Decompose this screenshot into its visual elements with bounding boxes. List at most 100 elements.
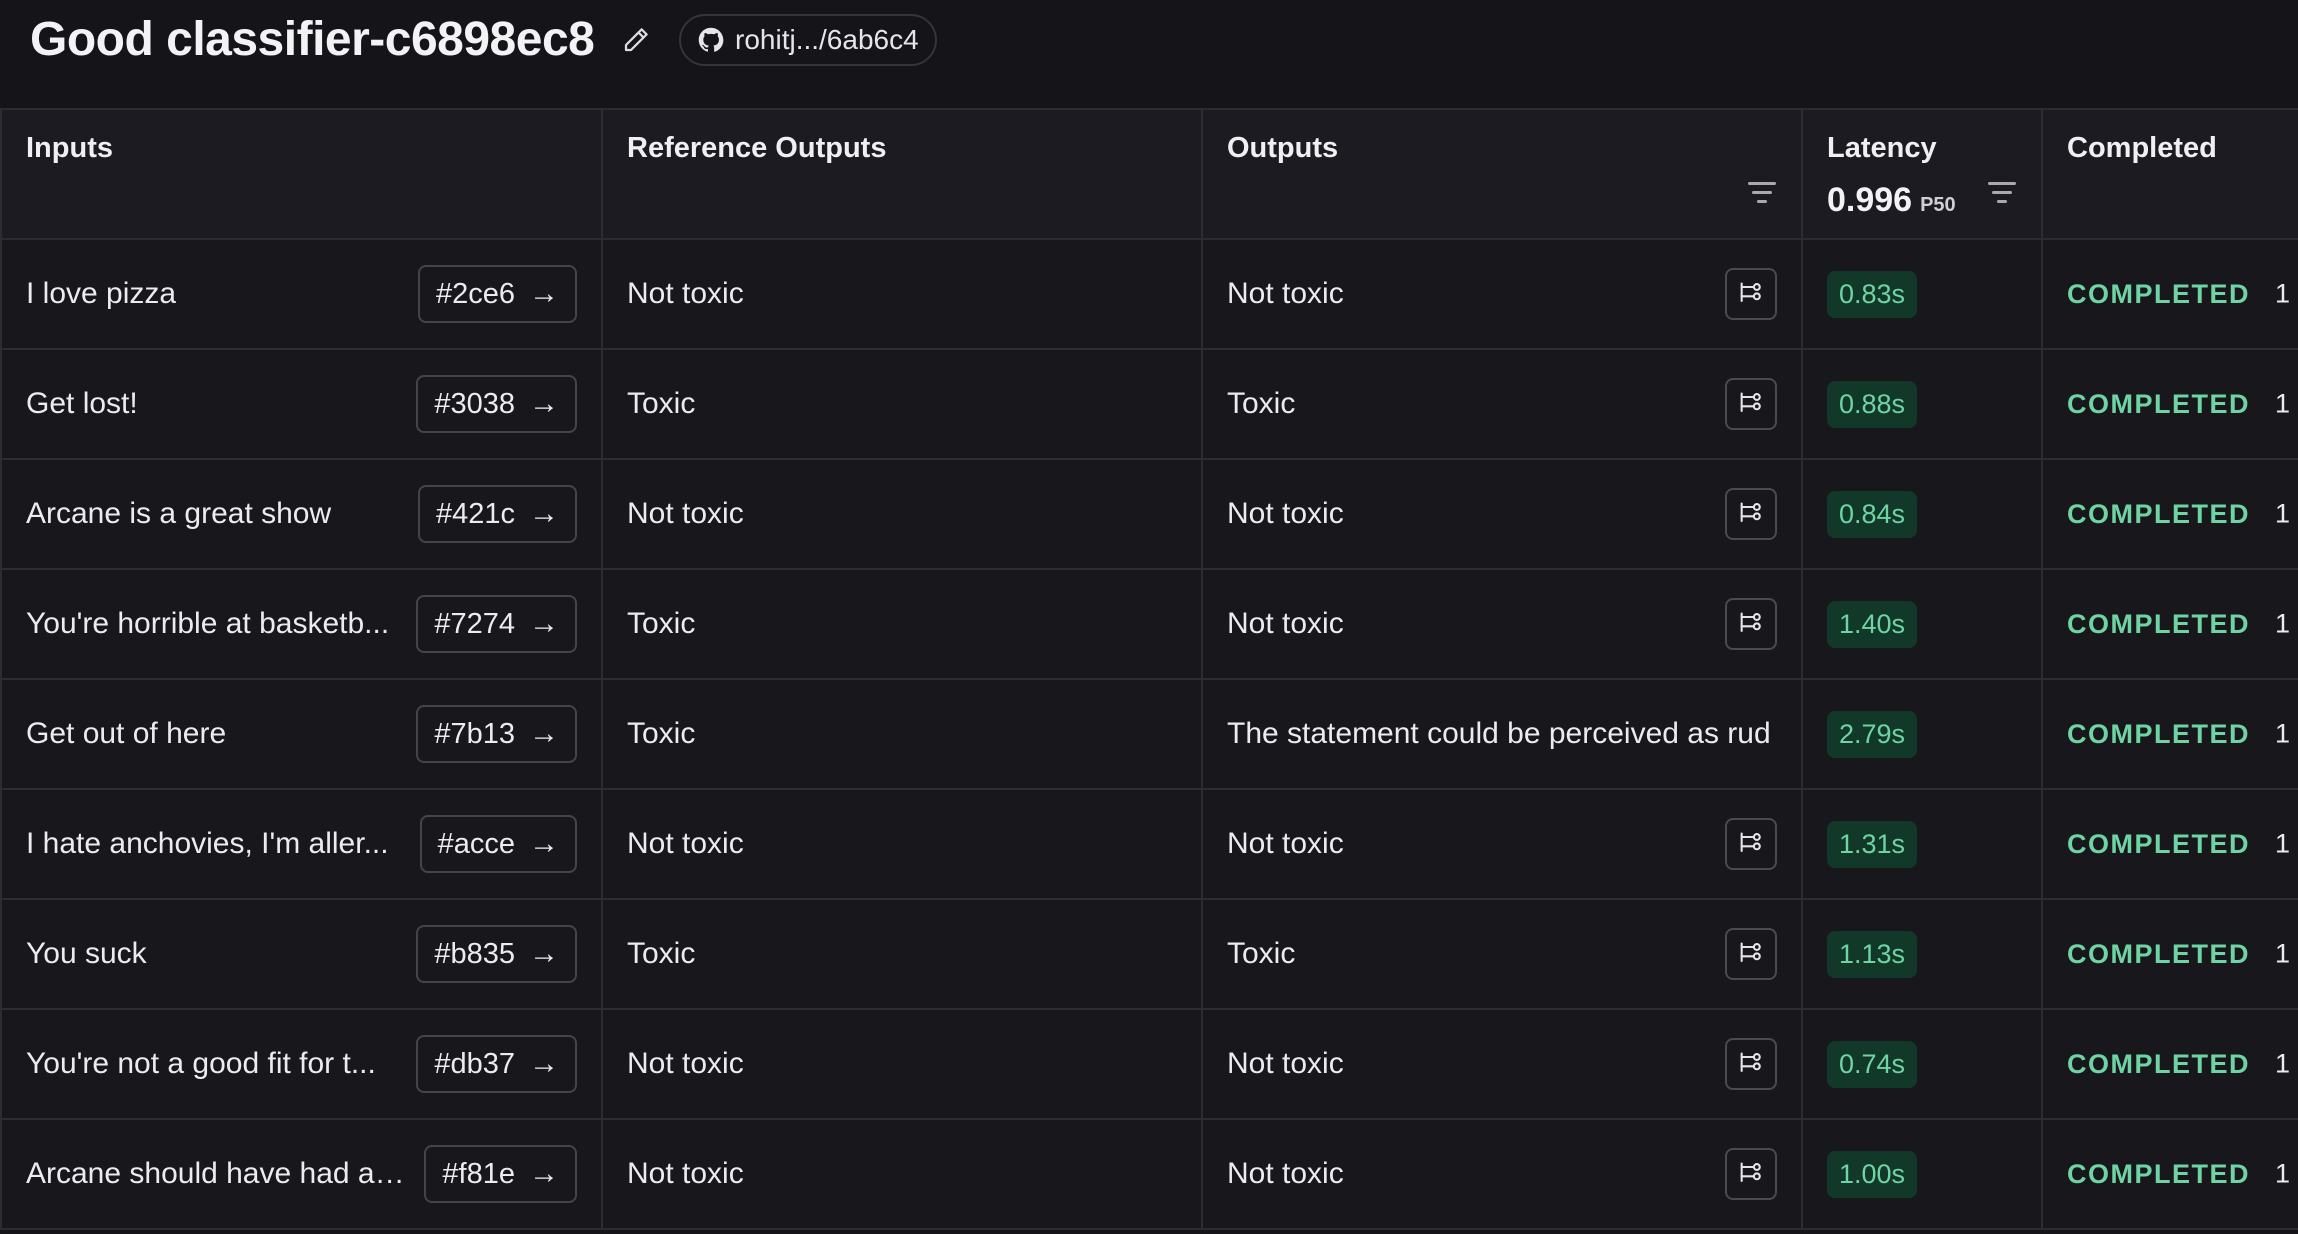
repo-label: rohitj.../6ab6c4 (735, 24, 919, 55)
latency-cell: 2.79s (1801, 679, 2043, 790)
latency-badge: 1.31s (1827, 820, 1918, 868)
table-row[interactable]: Get out of here #7b13 → Toxic The statem… (0, 679, 2298, 790)
reference-output-text: Toxic (627, 717, 696, 750)
table-row[interactable]: You suck #b835 → Toxic Toxic 1.13s COMPL… (0, 899, 2298, 1010)
table-row[interactable]: You're horrible at basketb... #7274 → To… (0, 569, 2298, 680)
input-text: Arcane is a great show (26, 497, 332, 530)
column-header-outputs[interactable]: Outputs (1201, 108, 1803, 240)
reference-output-text: Not toxic (627, 1157, 744, 1190)
completed-cell: COMPLETED 1 (2041, 1119, 2298, 1230)
latency-cell: 0.74s (1801, 1009, 2043, 1120)
reference-output-cell: Toxic (601, 349, 1203, 460)
table-row[interactable]: Arcane should have had a ... #f81e → Not… (0, 1119, 2298, 1230)
table-row[interactable]: Get lost! #3038 → Toxic Toxic 0.88s COMP… (0, 349, 2298, 460)
arrow-right-icon: → (529, 277, 559, 310)
experiment-header: Good classifier-c6898ec8 rohitj.../6ab6c… (0, 0, 2298, 108)
output-cell: Not toxic (1201, 569, 1803, 680)
status-badge: COMPLETED (2067, 829, 2251, 859)
table-row[interactable]: You're not a good fit for t... #db37 → N… (0, 1009, 2298, 1120)
open-trace-button[interactable] (1725, 488, 1777, 540)
completed-cell: COMPLETED 1 (2041, 239, 2298, 350)
column-header-reference-outputs[interactable]: Reference Outputs (601, 108, 1203, 240)
trace-tree-icon (1740, 502, 1761, 523)
table-row[interactable]: Arcane is a great show #421c → Not toxic… (0, 459, 2298, 570)
column-header-latency[interactable]: Latency 0.996 P50 (1801, 108, 2043, 240)
example-link-button[interactable]: #2ce6 → (417, 265, 577, 323)
trace-tree-icon (1740, 1162, 1761, 1183)
latency-badge: 1.13s (1827, 930, 1918, 978)
output-cell: The statement could be perceived as rud (1201, 679, 1803, 790)
input-text: Arcane should have had a ... (26, 1157, 406, 1190)
input-cell: Arcane should have had a ... #f81e → (0, 1119, 603, 1230)
latency-p50-label: P50 (1920, 194, 1956, 216)
latency-cell: 0.88s (1801, 349, 2043, 460)
open-trace-button[interactable] (1725, 268, 1777, 320)
reference-output-cell: Not toxic (601, 1009, 1203, 1120)
open-trace-button[interactable] (1725, 928, 1777, 980)
reference-output-text: Toxic (627, 607, 696, 640)
open-trace-button[interactable] (1725, 1148, 1777, 1200)
latency-badge: 0.84s (1827, 490, 1918, 538)
latency-cell: 1.31s (1801, 789, 2043, 900)
example-id: #acce (437, 827, 515, 860)
column-label: Inputs (26, 132, 113, 164)
example-link-button[interactable]: #acce → (419, 815, 577, 873)
example-link-button[interactable]: #db37 → (416, 1035, 577, 1093)
trace-tree-icon (1740, 942, 1761, 963)
status-badge: COMPLETED (2067, 1159, 2251, 1189)
input-text: Get out of here (26, 717, 227, 750)
latency-badge: 2.79s (1827, 710, 1918, 758)
open-trace-button[interactable] (1725, 1038, 1777, 1090)
example-link-button[interactable]: #7274 → (416, 595, 577, 653)
input-cell: I hate anchovies, I'm aller... #acce → (0, 789, 603, 900)
open-trace-button[interactable] (1725, 598, 1777, 650)
open-trace-button[interactable] (1725, 818, 1777, 870)
latency-cell: 1.00s (1801, 1119, 2043, 1230)
trace-tree-icon (1740, 1052, 1761, 1073)
table-row[interactable]: I love pizza #2ce6 → Not toxic Not toxic… (0, 239, 2298, 350)
edit-title-button[interactable] (616, 20, 656, 60)
reference-output-text: Toxic (627, 387, 696, 420)
completed-cell: COMPLETED 1 (2041, 679, 2298, 790)
completed-cell: COMPLETED 1 (2041, 1009, 2298, 1120)
input-text: Get lost! (26, 387, 138, 420)
example-link-button[interactable]: #421c → (417, 485, 577, 543)
reference-output-text: Not toxic (627, 277, 744, 310)
completed-cell: COMPLETED 1 (2041, 459, 2298, 570)
results-table: Inputs Reference Outputs Outputs Latency… (0, 108, 2298, 1230)
input-cell: Get lost! #3038 → (0, 349, 603, 460)
repo-link-chip[interactable]: rohitj.../6ab6c4 (679, 14, 937, 66)
filter-icon[interactable] (1987, 182, 2017, 208)
table-row[interactable]: I hate anchovies, I'm aller... #acce → N… (0, 789, 2298, 900)
input-cell: You suck #b835 → (0, 899, 603, 1010)
latency-cell: 1.40s (1801, 569, 2043, 680)
example-id: #7274 (434, 607, 515, 640)
output-text: Not toxic (1227, 1047, 1344, 1080)
status-badge: COMPLETED (2067, 609, 2251, 639)
example-link-button[interactable]: #3038 → (416, 375, 577, 433)
input-text: I love pizza (26, 277, 177, 310)
status-badge: COMPLETED (2067, 939, 2251, 969)
example-link-button[interactable]: #f81e → (424, 1145, 577, 1203)
status-trailing-text: 1 (2274, 608, 2290, 639)
example-link-button[interactable]: #b835 → (416, 925, 577, 983)
filter-icon[interactable] (1747, 182, 1777, 208)
page-title: Good classifier-c6898ec8 (30, 13, 595, 66)
latency-badge: 1.40s (1827, 600, 1918, 648)
pencil-icon (624, 28, 648, 52)
reference-output-text: Toxic (627, 937, 696, 970)
reference-output-cell: Not toxic (601, 1119, 1203, 1230)
example-id: #7b13 (434, 717, 515, 750)
reference-output-cell: Toxic (601, 569, 1203, 680)
status-trailing-text: 1 (2274, 718, 2290, 749)
arrow-right-icon: → (529, 1157, 559, 1190)
open-trace-button[interactable] (1725, 378, 1777, 430)
column-header-inputs[interactable]: Inputs (0, 108, 603, 240)
column-header-completed[interactable]: Completed (2041, 108, 2298, 240)
trace-tree-icon (1740, 612, 1761, 633)
example-link-button[interactable]: #7b13 → (416, 705, 577, 763)
output-text: Not toxic (1227, 1157, 1344, 1190)
arrow-right-icon: → (529, 717, 559, 750)
example-id: #3038 (434, 387, 515, 420)
input-cell: You're horrible at basketb... #7274 → (0, 569, 603, 680)
